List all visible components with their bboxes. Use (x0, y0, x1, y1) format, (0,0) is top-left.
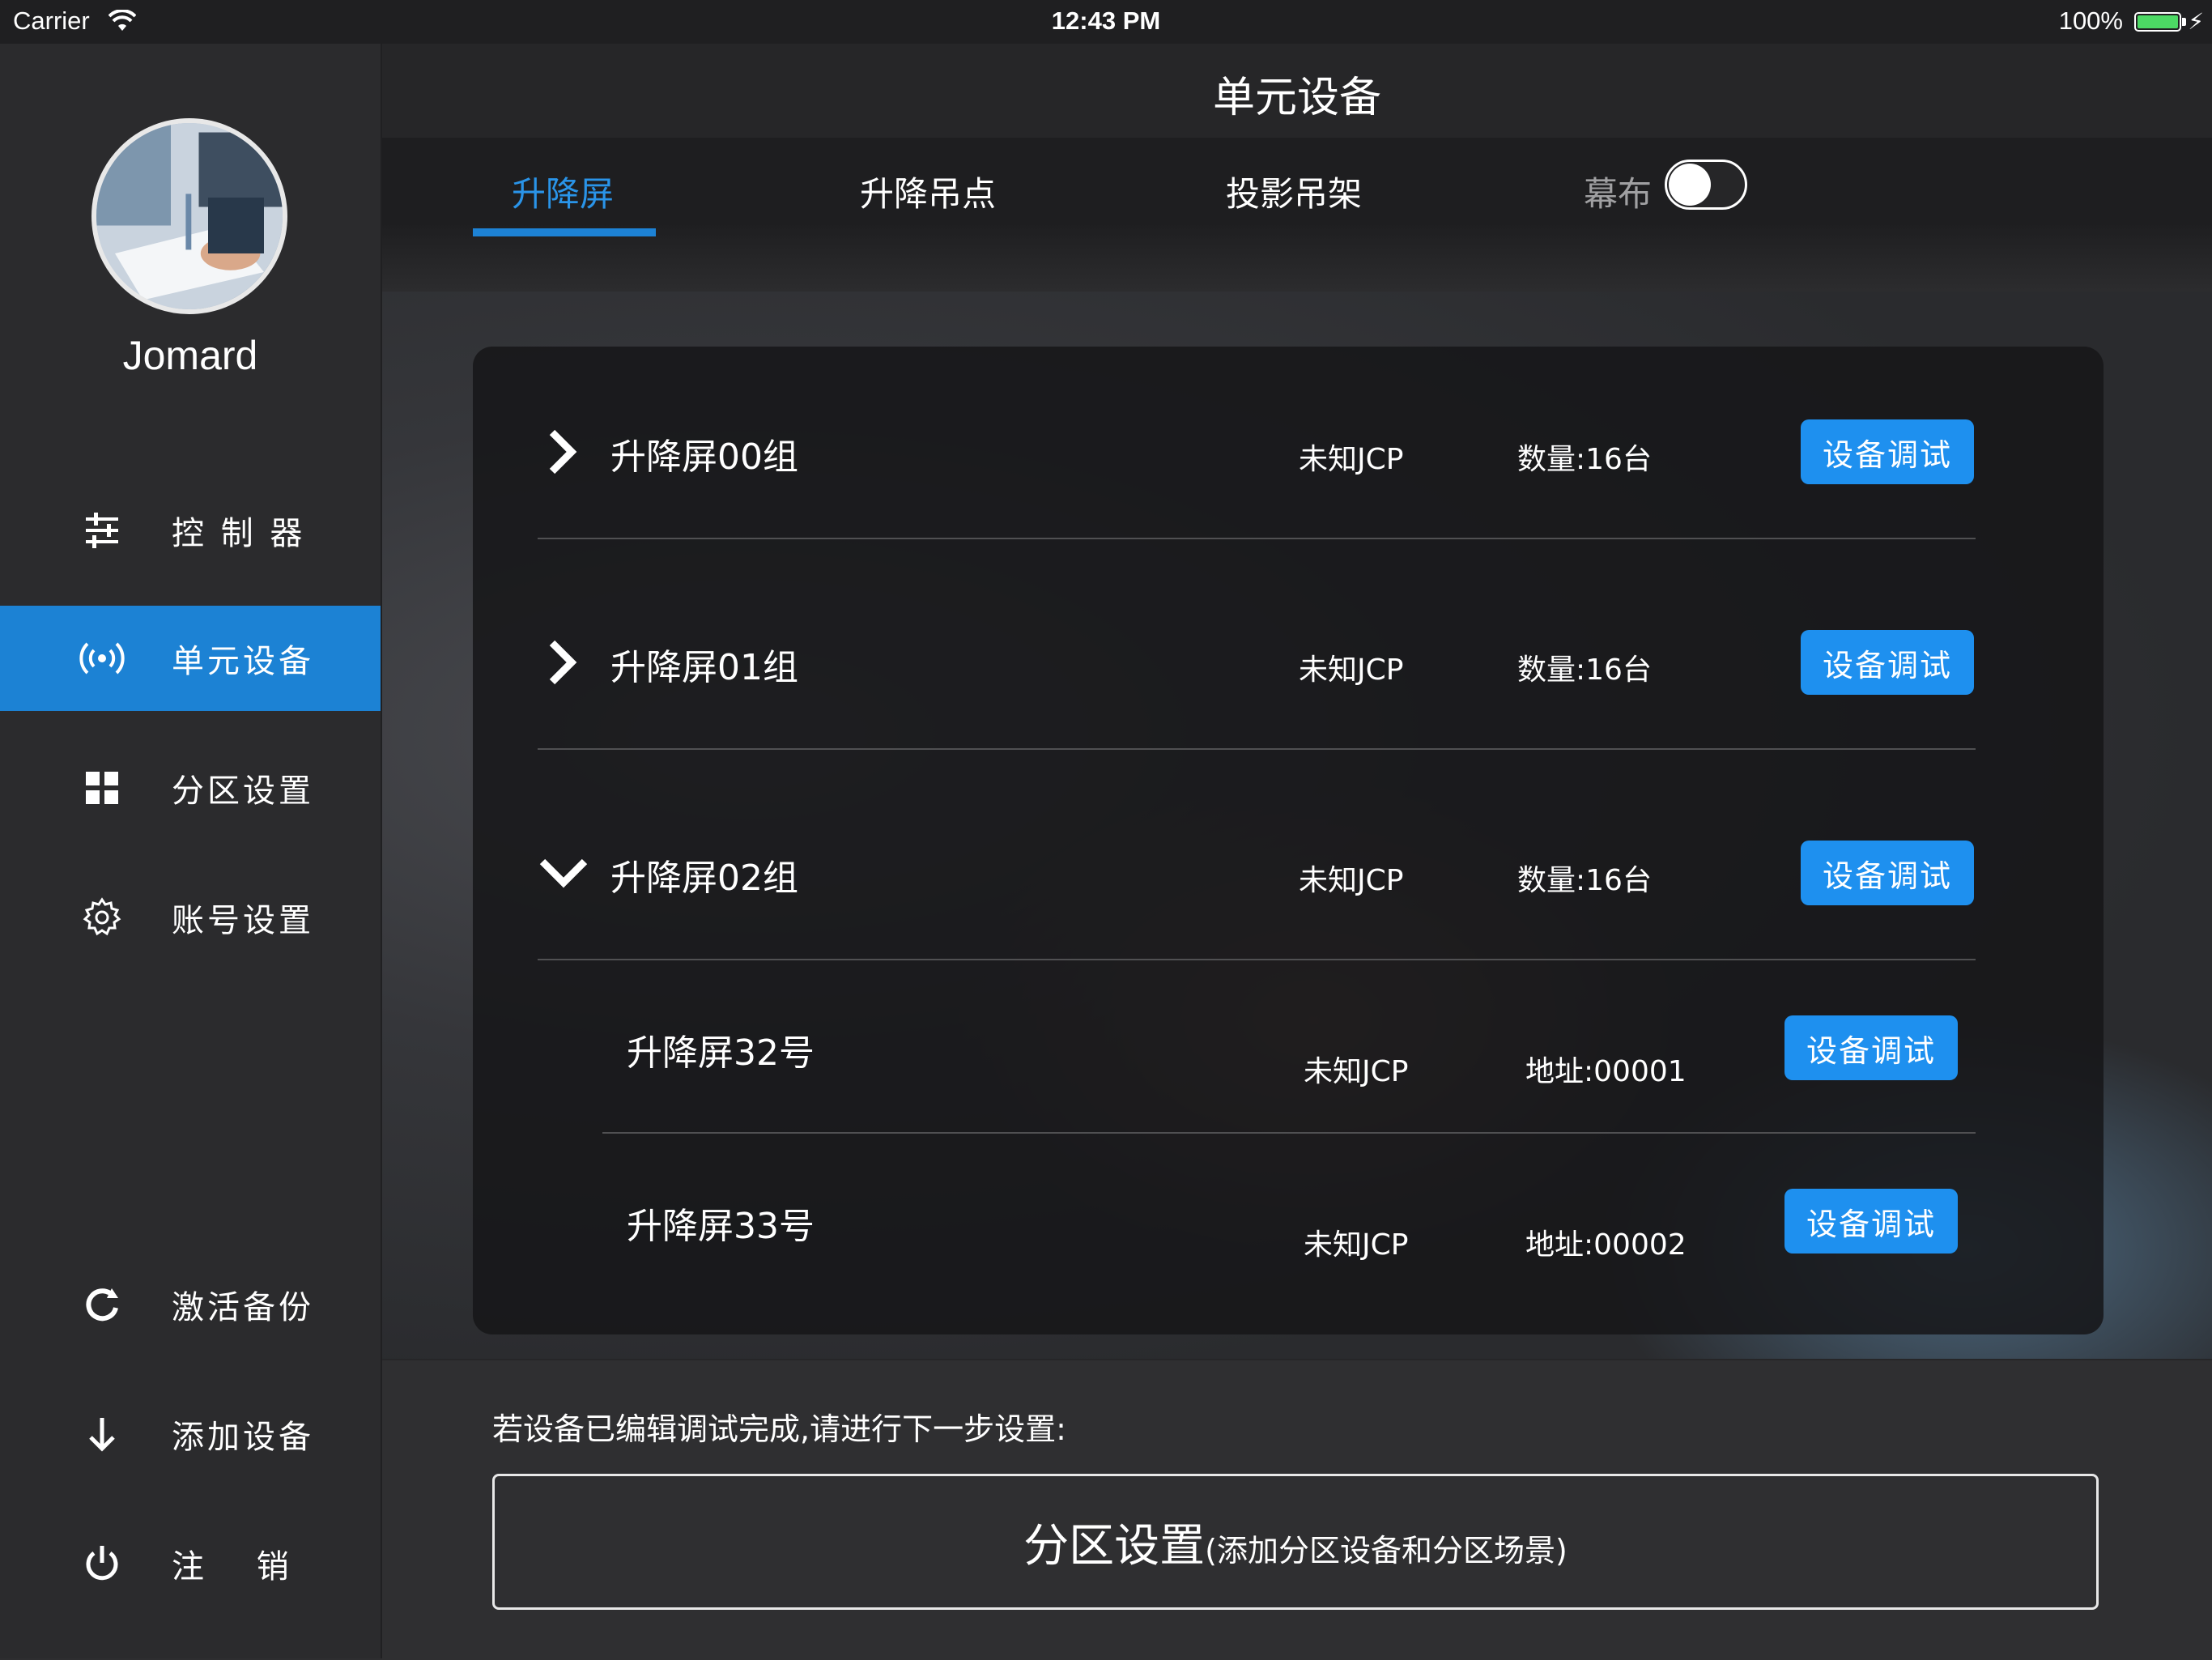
sidebar-item-label: 添加设备 (172, 1419, 314, 1456)
curtain-toggle-label: 幕布 (1584, 174, 1653, 214)
sidebar: Jomard 控 制 器 单元设备 分区设置 账号设置 激活备份 添加设备 注 … (0, 44, 382, 1658)
zone-button-label: 分区设置 (1023, 1519, 1206, 1573)
sidebar-item-label: 账号设置 (172, 902, 314, 939)
page-title: 单元设备 (1212, 74, 1381, 122)
device-debug-button[interactable]: 设备调试 (1784, 1015, 1958, 1080)
device-address: 地址:00002 (1525, 1228, 1687, 1262)
sidebar-item-account-settings[interactable]: 账号设置 (0, 865, 381, 970)
group-name: 升降屏00组 (610, 436, 798, 478)
sidebar-item-label: 控 制 器 (172, 515, 306, 552)
sidebar-item-label: 激活备份 (172, 1289, 314, 1326)
sidebar-item-controller[interactable]: 控 制 器 (0, 478, 381, 583)
group-count: 数量:16台 (1517, 653, 1652, 687)
group-count: 数量:16台 (1517, 443, 1652, 476)
power-icon (76, 1538, 128, 1590)
group-row[interactable]: 升降屏02组 未知JCP 数量:16台 设备调试 (473, 768, 2104, 978)
device-row[interactable]: 升降屏32号 未知JCP 地址:00001 设备调试 (473, 959, 2104, 1132)
tab-lift-screen[interactable]: 升降屏 (512, 167, 614, 216)
device-type: 未知JCP (1304, 1228, 1409, 1262)
group-type: 未知JCP (1299, 443, 1404, 476)
download-arrow-icon (76, 1408, 128, 1460)
divider (538, 748, 1976, 750)
sidebar-item-unit-devices[interactable]: 单元设备 (0, 606, 381, 711)
gear-icon (76, 892, 128, 943)
zone-button-sublabel: (添加分区设备和分区场景) (1205, 1532, 1568, 1568)
title-bar: 单元设备 (382, 44, 2212, 138)
tab-active-indicator (473, 228, 656, 236)
device-debug-button[interactable]: 设备调试 (1801, 419, 1974, 484)
toggle-knob (1669, 164, 1711, 206)
sidebar-item-label: 分区设置 (172, 773, 314, 810)
group-count: 数量:16台 (1517, 864, 1652, 897)
sidebar-item-label: 注 销 (172, 1548, 310, 1586)
group-name: 升降屏01组 (610, 647, 798, 688)
tab-lift-hoist[interactable]: 升降吊点 (860, 167, 996, 216)
zone-settings-button[interactable]: 分区设置 (添加分区设备和分区场景) (492, 1474, 2099, 1610)
chevron-down-icon[interactable] (538, 849, 588, 897)
group-row[interactable]: 升降屏01组 未知JCP 数量:16台 设备调试 (473, 557, 2104, 768)
device-name: 升降屏33号 (627, 1206, 815, 1247)
device-debug-button[interactable]: 设备调试 (1801, 841, 1974, 905)
device-debug-button[interactable]: 设备调试 (1801, 630, 1974, 695)
broadcast-icon (76, 632, 128, 684)
group-name: 升降屏02组 (610, 858, 798, 899)
device-name: 升降屏32号 (627, 1032, 815, 1074)
sidebar-item-logout[interactable]: 注 销 (0, 1511, 381, 1616)
chevron-right-icon[interactable] (538, 638, 586, 687)
device-type: 未知JCP (1304, 1055, 1409, 1088)
sidebar-item-zone-settings[interactable]: 分区设置 (0, 735, 381, 841)
grid-icon (76, 762, 128, 814)
group-type: 未知JCP (1299, 864, 1404, 897)
group-type: 未知JCP (1299, 653, 1404, 687)
chevron-right-icon[interactable] (538, 428, 586, 476)
sidebar-item-add-device[interactable]: 添加设备 (0, 1381, 381, 1487)
battery-tip (2182, 18, 2186, 26)
tab-projector-mount[interactable]: 投影吊架 (1226, 167, 1362, 216)
avatar[interactable] (91, 118, 287, 314)
sliders-icon (76, 504, 128, 556)
footer-note: 若设备已编辑调试完成,请进行下一步设置: (492, 1411, 1066, 1447)
charging-icon: ⚡ (2188, 8, 2204, 35)
avatar-photo (96, 123, 283, 309)
tab-bar: 升降屏 升降吊点 投影吊架 幕布 (382, 138, 2212, 292)
footer: 若设备已编辑调试完成,请进行下一步设置: 分区设置 (添加分区设备和分区场景) (382, 1359, 2212, 1660)
curtain-toggle[interactable] (1665, 160, 1747, 210)
device-row[interactable]: 升降屏33号 未知JCP 地址:00002 设备调试 (473, 1132, 2104, 1305)
group-row[interactable]: 升降屏00组 未知JCP 数量:16台 设备调试 (473, 347, 2104, 557)
device-debug-button[interactable]: 设备调试 (1784, 1189, 1958, 1254)
clock: 12:43 PM (1051, 6, 1161, 35)
refresh-icon (76, 1279, 128, 1330)
sidebar-item-activate-backup[interactable]: 激活备份 (0, 1252, 381, 1357)
divider (538, 538, 1976, 539)
battery-icon (2134, 12, 2181, 32)
status-bar: Carrier 12:43 PM 100% ⚡ (0, 0, 2212, 44)
battery-percent: 100% (2058, 6, 2123, 35)
device-list-panel: 升降屏00组 未知JCP 数量:16台 设备调试 升降屏01组 未知JCP 数量… (473, 347, 2104, 1334)
sidebar-item-label: 单元设备 (172, 643, 314, 680)
device-address: 地址:00001 (1525, 1055, 1687, 1088)
username: Jomard (122, 333, 258, 378)
main-content: 单元设备 升降屏 升降吊点 投影吊架 幕布 升降屏00组 未知JCP 数量:16… (382, 44, 2212, 1660)
